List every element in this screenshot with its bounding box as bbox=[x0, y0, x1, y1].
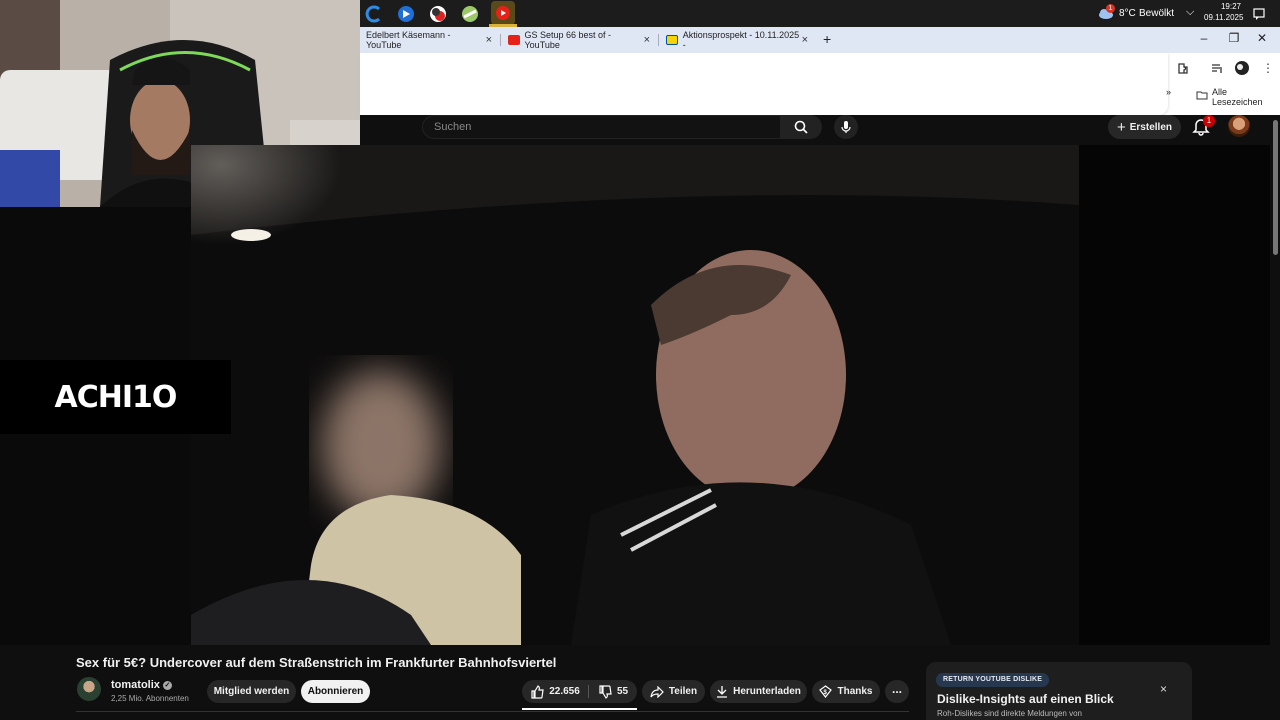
profile-icon[interactable] bbox=[1234, 60, 1250, 79]
dislike-panel-title: Dislike-Insights auf einen Blick bbox=[937, 692, 1114, 706]
taskbar-app-game-icon[interactable] bbox=[459, 3, 481, 25]
close-icon[interactable]: × bbox=[1160, 682, 1167, 696]
browser-toolbar: ⋮ » Alle Lesezeichen bbox=[360, 53, 1280, 115]
page-scrollbar[interactable] bbox=[1270, 115, 1280, 645]
create-button[interactable]: + Erstellen bbox=[1108, 115, 1181, 139]
weather-badge: 1 bbox=[1106, 4, 1115, 13]
taskbar-app-ccleaner-icon[interactable] bbox=[363, 3, 385, 25]
folder-icon bbox=[1196, 87, 1208, 105]
tab-label: GS Setup 66 best of - YouTube bbox=[524, 30, 612, 50]
join-button[interactable]: Mitglied werden bbox=[207, 680, 296, 703]
dislike-count: 55 bbox=[616, 686, 629, 697]
tab-edelbert[interactable]: Edelbert Käsemann - YouTube × bbox=[360, 27, 500, 53]
address-bar-area[interactable] bbox=[360, 53, 1168, 115]
metadata-divider bbox=[76, 711, 909, 712]
dislike-panel-subtitle: Roh-Dislikes sind direkte Meldungen von bbox=[937, 709, 1082, 718]
like-dislike-bar: 22.656 55 bbox=[522, 680, 637, 703]
dislike-button[interactable]: 55 bbox=[589, 680, 637, 703]
clock-date[interactable]: 09.11.2025 bbox=[1204, 13, 1243, 22]
tab-aktionsprospekt[interactable]: Aktionsprospekt - 10.11.2025 - × bbox=[660, 27, 816, 53]
chevron-up-icon[interactable]: ⌵ bbox=[1186, 6, 1194, 19]
taskbar: 1 8°C Bewölkt ⌵ 19:27 09.11.2025 bbox=[360, 0, 1280, 27]
verified-check-icon: ✓ bbox=[162, 680, 172, 690]
bookmarks-chevron[interactable]: » bbox=[1166, 87, 1171, 97]
download-label: Herunterladen bbox=[733, 686, 801, 697]
plus-icon: + bbox=[1116, 118, 1126, 136]
thanks-icon: $ bbox=[819, 685, 833, 698]
youtube-favicon-icon bbox=[508, 35, 520, 45]
video-metadata: Sex für 5€? Undercover auf dem Straßenst… bbox=[0, 645, 1270, 720]
notification-center-icon[interactable] bbox=[1253, 7, 1265, 25]
channel-name-text: tomatolix bbox=[111, 679, 160, 691]
extensions-icon[interactable] bbox=[1176, 61, 1190, 78]
close-icon[interactable]: × bbox=[486, 34, 492, 46]
browser-tab-strip: Edelbert Käsemann - YouTube × GS Setup 6… bbox=[360, 27, 1280, 53]
media-controls-icon[interactable] bbox=[1210, 61, 1224, 78]
voice-search-button[interactable] bbox=[834, 115, 858, 139]
more-actions-button[interactable]: ... bbox=[885, 680, 909, 703]
restore-icon[interactable]: ❐ bbox=[1219, 31, 1249, 45]
lidl-favicon-icon bbox=[666, 35, 678, 45]
more-icon: ... bbox=[891, 681, 902, 696]
weather-temp[interactable]: 8°C bbox=[1119, 8, 1136, 19]
like-ratio-bar bbox=[522, 708, 637, 710]
video-frame bbox=[191, 145, 1079, 645]
subscriber-count: 2,25 Mio. Abonnenten bbox=[111, 694, 189, 703]
taskbar-app-browser-icon[interactable] bbox=[395, 3, 417, 25]
close-icon[interactable]: × bbox=[644, 34, 650, 46]
microphone-icon bbox=[841, 121, 851, 133]
video-player[interactable] bbox=[191, 145, 1079, 645]
thumbs-down-icon bbox=[599, 684, 612, 699]
create-label: Erstellen bbox=[1129, 121, 1172, 133]
search-button[interactable] bbox=[780, 115, 822, 139]
video-right-margin bbox=[1079, 145, 1270, 645]
thumbs-up-icon bbox=[531, 684, 544, 699]
overlay-logo-text: ACHI1O bbox=[54, 379, 178, 415]
share-icon bbox=[650, 685, 664, 698]
subscribe-button[interactable]: Abonnieren bbox=[301, 680, 370, 703]
search-icon bbox=[794, 120, 808, 134]
scrollbar-thumb[interactable] bbox=[1273, 120, 1278, 255]
share-label: Teilen bbox=[668, 686, 698, 697]
tab-divider bbox=[500, 34, 501, 46]
like-count: 22.656 bbox=[549, 686, 580, 697]
notifications-count: 1 bbox=[1203, 115, 1215, 127]
thanks-label: Thanks bbox=[837, 686, 873, 697]
thanks-button[interactable]: $ Thanks bbox=[812, 680, 880, 703]
tab-gs-setup[interactable]: GS Setup 66 best of - YouTube × bbox=[502, 27, 658, 53]
dislike-panel-badge: RETURN YOUTUBE DISLIKE bbox=[936, 673, 1050, 687]
like-button[interactable]: 22.656 bbox=[522, 680, 588, 703]
account-avatar[interactable] bbox=[1228, 115, 1250, 137]
minimize-icon[interactable]: – bbox=[1189, 31, 1219, 45]
menu-kebab-icon[interactable]: ⋮ bbox=[1262, 61, 1274, 75]
channel-name[interactable]: tomatolix ✓ bbox=[111, 679, 172, 691]
all-bookmarks-label[interactable]: Alle Lesezeichen bbox=[1212, 87, 1280, 107]
channel-avatar[interactable] bbox=[77, 677, 101, 701]
new-tab-plus-icon[interactable]: + bbox=[823, 31, 831, 47]
search-input[interactable]: Suchen bbox=[422, 115, 780, 139]
close-window-icon[interactable]: ✕ bbox=[1247, 31, 1277, 45]
weather-desc[interactable]: Bewölkt bbox=[1139, 8, 1174, 19]
taskbar-app-youtube-icon[interactable] bbox=[491, 1, 515, 25]
tab-label: Edelbert Käsemann - YouTube bbox=[366, 30, 451, 50]
taskbar-app-record-icon[interactable] bbox=[427, 3, 449, 25]
overlay-logo: ACHI1O bbox=[0, 360, 231, 434]
video-title: Sex für 5€? Undercover auf dem Straßenst… bbox=[76, 655, 557, 670]
dislike-insights-panel: RETURN YOUTUBE DISLIKE × Dislike-Insight… bbox=[926, 662, 1192, 720]
youtube-header: Suchen + Erstellen 1 bbox=[360, 115, 1270, 145]
close-icon[interactable]: × bbox=[802, 34, 808, 46]
clock-time[interactable]: 19:27 bbox=[1213, 2, 1241, 11]
download-icon bbox=[717, 686, 728, 698]
download-button[interactable]: Herunterladen bbox=[710, 680, 807, 703]
tab-label: Aktionsprospekt - 10.11.2025 - bbox=[682, 30, 800, 50]
tab-divider bbox=[658, 34, 659, 46]
share-button[interactable]: Teilen bbox=[642, 680, 705, 703]
